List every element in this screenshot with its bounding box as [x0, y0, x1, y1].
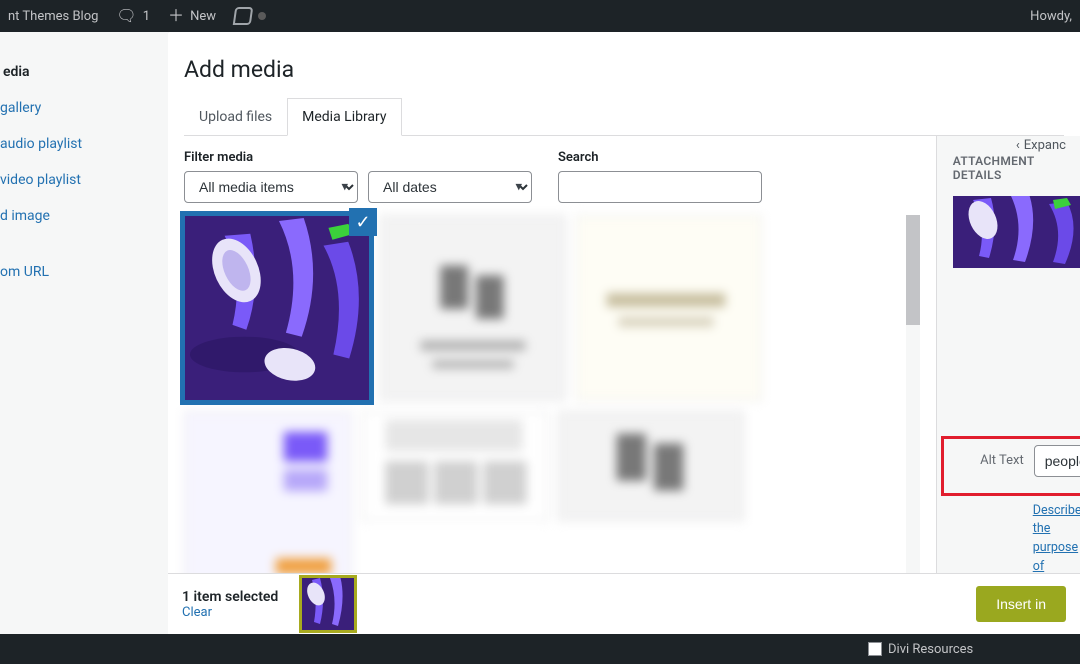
- category-checkbox[interactable]: [868, 642, 882, 656]
- admin-bar: nt Themes Blog 🗨 1 ＋ New Howdy,: [0, 0, 1080, 32]
- selection-thumbnail[interactable]: [302, 578, 354, 630]
- background-editor-bar: Divi Resources: [0, 634, 1080, 664]
- category-label: Divi Resources: [888, 642, 973, 657]
- chevron-left-icon: ‹: [1016, 138, 1020, 153]
- attachment-thumbnail: [953, 196, 1080, 268]
- media-item[interactable]: [558, 411, 744, 521]
- yoast-icon: [233, 7, 254, 25]
- media-library: Filter media All media items All dates: [168, 136, 936, 634]
- insert-button[interactable]: Insert in: [976, 586, 1066, 622]
- scrollbar-track[interactable]: [906, 215, 920, 634]
- media-item-selected[interactable]: ✓: [184, 215, 370, 401]
- adminbar-new[interactable]: ＋ New: [168, 8, 216, 24]
- yoast-status-dot: [258, 12, 266, 20]
- sidebar-item-audio-playlist[interactable]: audio playlist: [0, 126, 168, 162]
- check-icon: ✓: [349, 208, 377, 236]
- sidebar-item-from-url[interactable]: om URL: [0, 254, 168, 290]
- scrollbar-thumb[interactable]: [906, 215, 920, 325]
- sidebar-item-video-playlist[interactable]: video playlist: [0, 162, 168, 198]
- media-item[interactable]: [380, 215, 566, 401]
- search-input[interactable]: [558, 171, 762, 203]
- tab-upload-files[interactable]: Upload files: [184, 98, 287, 136]
- sidebar-item-media[interactable]: edia: [0, 54, 168, 90]
- media-grid: ✓: [184, 215, 920, 634]
- adminbar-howdy[interactable]: Howdy,: [1030, 9, 1072, 24]
- media-item[interactable]: [362, 411, 548, 521]
- media-modal: Add media Upload files Media Library ‹ E…: [168, 32, 1080, 634]
- adminbar-comments[interactable]: 🗨 1: [116, 8, 150, 24]
- media-item[interactable]: [184, 411, 352, 597]
- tab-media-library[interactable]: Media Library: [287, 98, 401, 136]
- sidebar-item-gallery[interactable]: gallery: [0, 90, 168, 126]
- selection-count: 1 item selected: [182, 589, 278, 605]
- media-sidebar: edia gallery audio playlist video playli…: [0, 32, 168, 634]
- filter-date-select[interactable]: All dates: [368, 171, 532, 203]
- adminbar-site-link[interactable]: nt Themes Blog: [8, 9, 98, 24]
- modal-title: Add media: [184, 56, 1064, 83]
- media-item[interactable]: [576, 215, 762, 401]
- comment-icon: 🗨: [116, 8, 136, 24]
- search-label: Search: [558, 150, 762, 165]
- filter-media-label: Filter media: [184, 150, 532, 165]
- alt-text-highlight: Alt Text: [941, 436, 1080, 496]
- attachment-details-panel: ATTACHMENT DETAILS 001-Alt-Tex: [936, 136, 1080, 634]
- filter-type-select[interactable]: All media items: [184, 171, 358, 203]
- sidebar-item-featured-image[interactable]: d image: [0, 198, 168, 234]
- clear-selection-link[interactable]: Clear: [182, 605, 278, 620]
- media-thumbnail-image: [185, 216, 369, 400]
- attachment-details-heading: ATTACHMENT DETAILS: [953, 154, 1080, 182]
- plus-icon: ＋: [168, 8, 184, 24]
- media-tabs: Upload files Media Library: [184, 97, 1064, 136]
- media-toolbar: 1 item selected Clear Insert in: [168, 573, 1080, 634]
- alt-text-label: Alt Text: [954, 445, 1024, 468]
- expand-details-toggle[interactable]: ‹ Expanc: [1016, 138, 1066, 153]
- alt-text-input[interactable]: [1034, 445, 1080, 477]
- adminbar-yoast[interactable]: [234, 7, 266, 25]
